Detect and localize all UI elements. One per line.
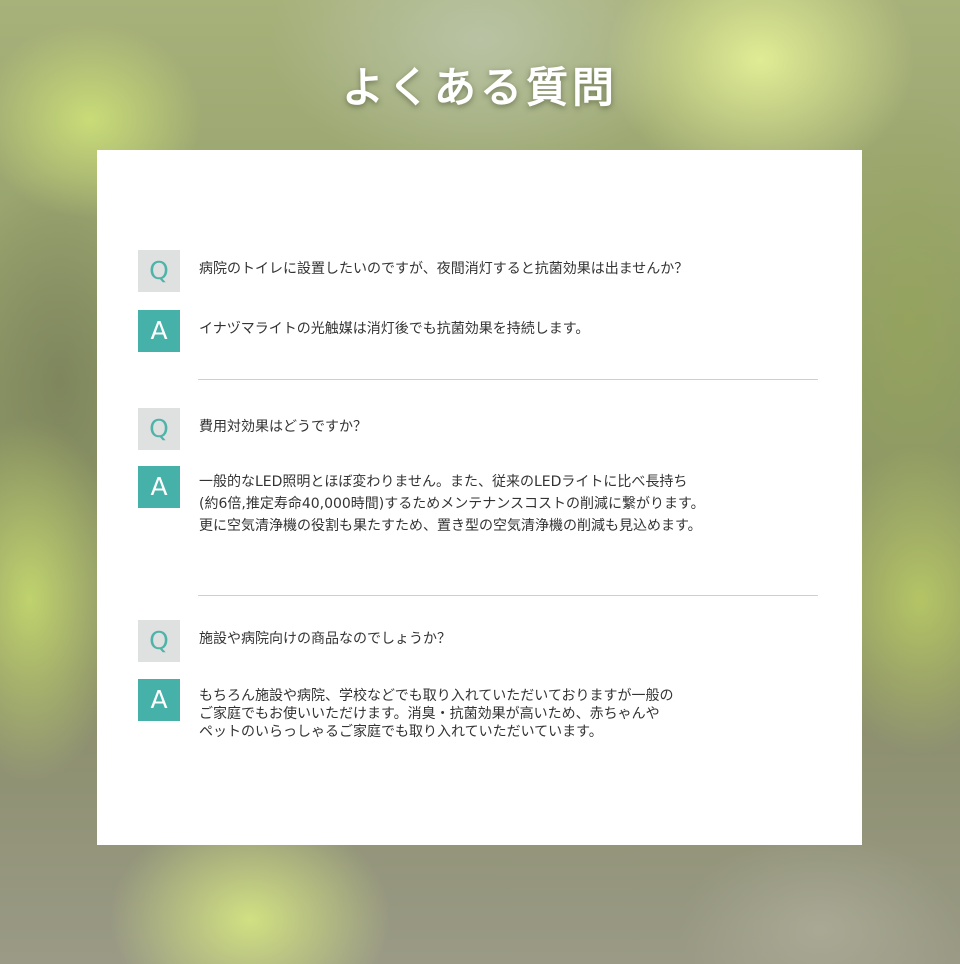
question-badge: Q (138, 408, 180, 450)
answer-badge: A (138, 310, 180, 352)
question-text: 費用対効果はどうですか？ (199, 419, 367, 435)
answer-badge: A (138, 679, 180, 721)
answer-text: 一般的なLED照明とほぼ変わりません。また、従来のLEDライトに比べ長持ち (約… (199, 474, 705, 534)
answer-text: もちろん施設や病院、学校などでも取り入れていただいておりますが一般の ご家庭でも… (199, 688, 674, 740)
divider (198, 379, 818, 380)
answer-badge: A (138, 466, 180, 508)
answer-text: イナヅマライトの光触媒は消灯後でも抗菌効果を持続します。 (199, 321, 590, 337)
question-text: 施設や病院向けの商品なのでしょうか？ (199, 631, 451, 647)
page-title: よくある質問 (341, 63, 618, 112)
faq-panel: Q 病院のトイレに設置したいのですが、夜間消灯すると抗菌効果は出ませんか？ A … (97, 150, 862, 845)
question-text: 病院のトイレに設置したいのですが、夜間消灯すると抗菌効果は出ませんか？ (199, 261, 689, 277)
divider (198, 595, 818, 596)
question-badge: Q (138, 620, 180, 662)
question-badge: Q (138, 250, 180, 292)
